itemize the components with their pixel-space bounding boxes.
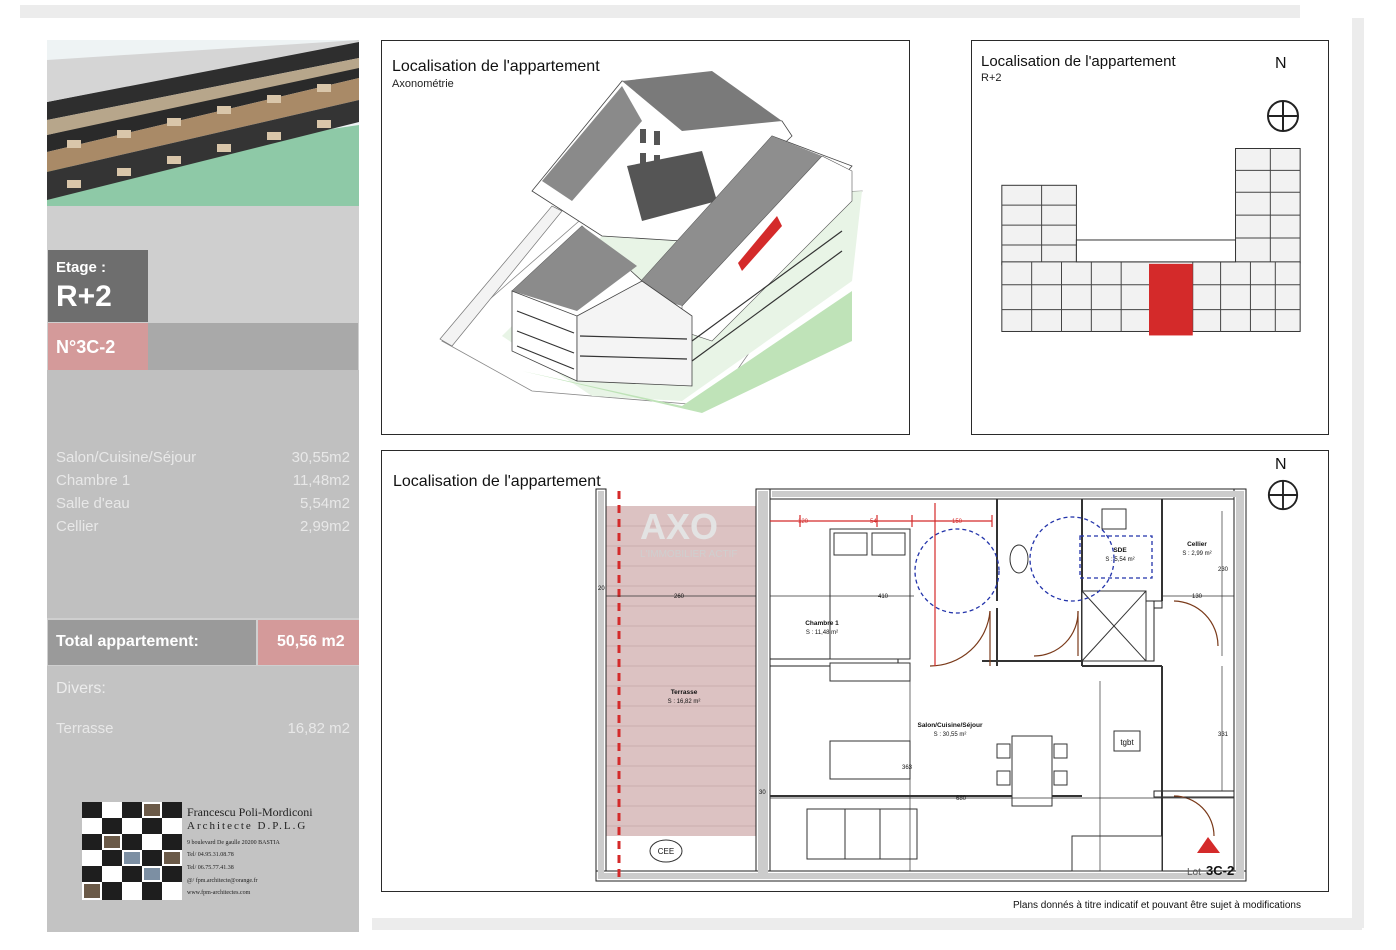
architect-phone-1: Tel/ 04.95.31.08.78 bbox=[187, 852, 234, 858]
floor-label: Etage : bbox=[56, 259, 107, 276]
total-value-box: 50,56 m2 bbox=[258, 620, 359, 665]
dimension-label: 680 bbox=[956, 796, 967, 802]
bedroom-label: Chambre 1 bbox=[805, 620, 839, 627]
architect-email: @/ fpm.architecte@orange.fr bbox=[187, 878, 258, 884]
lot-badge-fill bbox=[148, 323, 358, 371]
dimension-label: 410 bbox=[878, 594, 889, 600]
dimension-label: 54 bbox=[870, 519, 877, 525]
floor-value: R+2 bbox=[56, 280, 112, 313]
room-area: 5,54m2 bbox=[299, 495, 350, 512]
living-room-area: S : 30,55 m² bbox=[934, 732, 967, 738]
architect-website: www.fpm-architectes.com bbox=[187, 890, 251, 896]
total-label-box: Total appartement: bbox=[48, 620, 256, 665]
disclaimer-text: Plans donnés à titre indicatif et pouvan… bbox=[1013, 900, 1301, 911]
dimension-label: 230 bbox=[1218, 567, 1229, 573]
bathroom-area: S : 5,54 m² bbox=[1105, 557, 1134, 563]
room-row: Chambre 1 11,48m2 bbox=[56, 472, 350, 494]
dimension-label: 120 bbox=[798, 519, 809, 525]
dimension-label: 20 bbox=[598, 586, 605, 592]
dimension-label: 150 bbox=[952, 519, 963, 525]
room-areas-list: Salon/Cuisine/Séjour 30,55m2 Chambre 1 1… bbox=[47, 370, 359, 618]
floor-badge: Etage : R+2 bbox=[48, 250, 148, 322]
terrace-row: Terrasse 16,82 m2 bbox=[56, 720, 350, 742]
page-shade-bottom bbox=[372, 918, 1362, 930]
terrace-area: 16,82 m2 bbox=[287, 720, 350, 737]
total-value: 50,56 m2 bbox=[277, 633, 345, 650]
dimension-label: 331 bbox=[1218, 732, 1229, 738]
architect-title: Architecte D.P.L.G bbox=[187, 820, 308, 832]
lot-number: N°3C-2 bbox=[56, 337, 116, 357]
page-shade-right bbox=[1352, 18, 1364, 928]
watermark-subtext: L'IMMOBILIER ACTIF bbox=[640, 549, 737, 560]
room-row: Cellier 2,99m2 bbox=[56, 518, 350, 540]
floor-plan-map bbox=[1001, 148, 1301, 336]
room-area: 30,55m2 bbox=[291, 449, 350, 466]
room-name: Salon/Cuisine/Séjour bbox=[56, 449, 197, 466]
floor-badge-fill bbox=[148, 250, 358, 322]
storage-label: Cellier bbox=[1187, 541, 1207, 548]
room-name: Chambre 1 bbox=[56, 472, 131, 489]
electric-meter-label: CEE bbox=[658, 847, 674, 856]
terrace-area: S : 16,82 m² bbox=[668, 699, 701, 705]
electric-panel-label: tgbt bbox=[1120, 738, 1134, 747]
architect-logo bbox=[82, 802, 182, 900]
lot-badge: N°3C-2 bbox=[48, 323, 148, 371]
extras-label: Divers: bbox=[56, 680, 106, 697]
axonometric-panel: Localisation de l'appartement Axonométri… bbox=[381, 40, 910, 435]
room-name: Salle d'eau bbox=[56, 495, 130, 512]
dimension-label: 30 bbox=[759, 790, 766, 796]
living-room-label: Salon/Cuisine/Séjour bbox=[917, 722, 982, 729]
axonometric-drawing bbox=[439, 71, 863, 413]
lot-prefix: Lot bbox=[1187, 867, 1201, 878]
architect-address: 9 boulevard De gaulle 20200 BASTIA bbox=[187, 840, 280, 846]
architect-name: Francescu Poli-Mordiconi bbox=[187, 805, 313, 819]
dimension-label: 130 bbox=[1192, 594, 1203, 600]
room-row: Salle d'eau 5,54m2 bbox=[56, 495, 350, 517]
building-render-image bbox=[47, 40, 359, 206]
room-area: 11,48m2 bbox=[292, 472, 350, 489]
page-shade-top bbox=[20, 5, 1300, 18]
dimension-label: 363 bbox=[902, 765, 913, 771]
apartment-plan-panel: Localisation de l'appartement N AXO L'IM… bbox=[381, 450, 1329, 892]
dimension-label: 260 bbox=[674, 594, 685, 600]
terrace-label: Terrasse bbox=[671, 689, 698, 696]
terrace-name: Terrasse bbox=[56, 720, 114, 737]
lot-code: 3C-2 bbox=[1206, 863, 1234, 878]
bedroom-area: S : 11,48 m² bbox=[806, 630, 838, 636]
total-label: Total appartement: bbox=[56, 633, 199, 650]
room-name: Cellier bbox=[56, 518, 99, 535]
floor-location-panel: Localisation de l'appartement R+2 N bbox=[971, 40, 1329, 435]
sidebar: Etage : R+2 N°3C-2 Salon/Cuisine/Séjour … bbox=[47, 40, 359, 932]
watermark-text: AXO bbox=[640, 506, 718, 547]
storage-area: S : 2,99 m² bbox=[1182, 551, 1211, 557]
room-row: Salon/Cuisine/Séjour 30,55m2 bbox=[56, 449, 350, 471]
architect-phone-2: Tel/ 06.75.77.41.38 bbox=[187, 865, 234, 871]
bathroom-label: SDE bbox=[1113, 547, 1127, 554]
apartment-floor-plan: AXO L'IMMOBILIER ACTIF Terrasse S : 16,8… bbox=[595, 488, 1247, 882]
room-area: 2,99m2 bbox=[299, 518, 350, 535]
